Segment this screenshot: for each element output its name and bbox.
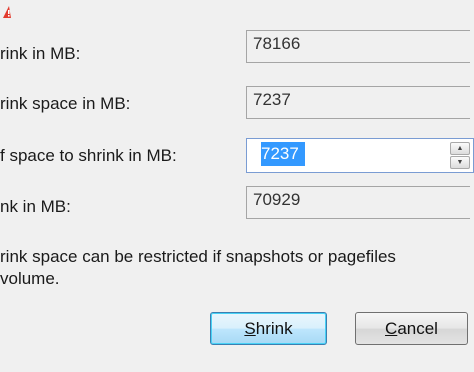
available-shrink-space-label: rink space in MB: (0, 94, 131, 113)
restriction-note-line-1: rink space can be restricted if snapshot… (0, 247, 396, 266)
spin-buttons: ▲ ▼ (450, 142, 470, 169)
available-shrink-space-field: 7237 (246, 86, 470, 119)
shrink-label-rest: hrink (255, 319, 293, 338)
shrink-button[interactable]: Shrink (210, 312, 327, 345)
amount-to-shrink-label: f space to shrink in MB: (0, 146, 177, 165)
amount-to-shrink-input[interactable]: 7237 (261, 142, 305, 166)
amount-to-shrink-spinbox[interactable]: 7237 ▲ ▼ (246, 138, 474, 173)
total-size-label: rink in MB: (0, 44, 81, 63)
cancel-label-rest: ancel (397, 319, 438, 338)
total-after-shrink-label: nk in MB: (0, 197, 71, 216)
restriction-note: rink space can be restricted if snapshot… (0, 246, 396, 290)
spin-up-arrow-icon[interactable]: ▲ (450, 142, 470, 155)
cancel-mnemonic: C (385, 319, 398, 338)
shrink-mnemonic: S (244, 319, 256, 338)
spin-down-arrow-icon[interactable]: ▼ (450, 156, 470, 169)
restriction-note-line-2: volume. (0, 269, 60, 288)
total-after-shrink-field: 70929 (246, 186, 470, 219)
warning-icon (3, 6, 11, 18)
cancel-button[interactable]: Cancel (355, 312, 468, 345)
total-size-field: 78166 (246, 30, 470, 63)
